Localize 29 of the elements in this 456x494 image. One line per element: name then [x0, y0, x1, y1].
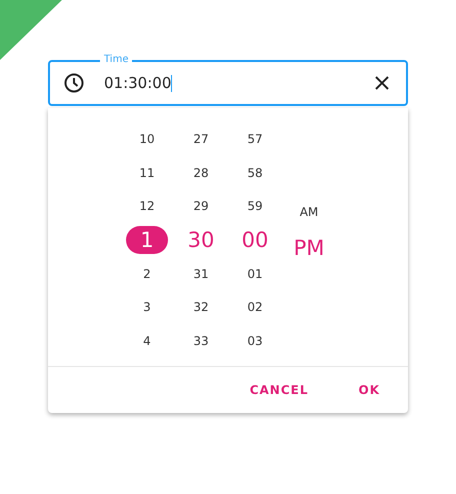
time-option[interactable]: PM — [288, 234, 330, 262]
time-option[interactable]: 2 — [137, 260, 157, 288]
time-option[interactable]: 12 — [133, 192, 161, 220]
time-option[interactable]: AM — [294, 198, 324, 226]
time-option[interactable]: 57 — [241, 124, 269, 153]
time-option[interactable]: 27 — [187, 124, 215, 153]
time-option[interactable]: 11 — [133, 158, 161, 187]
time-option[interactable]: 4 — [137, 327, 157, 356]
clock-icon — [64, 73, 84, 93]
corner-triangle — [0, 0, 62, 60]
time-option[interactable]: 29 — [187, 192, 215, 220]
time-option[interactable]: 1 — [126, 226, 168, 254]
time-option[interactable]: 3 — [137, 293, 157, 322]
ok-button[interactable]: OK — [346, 377, 392, 403]
time-option[interactable]: 03 — [241, 327, 269, 356]
time-option[interactable]: 58 — [241, 158, 269, 187]
time-option[interactable]: 00 — [236, 226, 274, 254]
time-option[interactable]: 30 — [182, 226, 220, 254]
time-option[interactable]: 33 — [187, 327, 215, 356]
time-option[interactable]: 01 — [241, 260, 269, 288]
field-value: 01:30:00 — [104, 74, 172, 92]
time-option[interactable]: 28 — [187, 158, 215, 187]
time-option[interactable]: 32 — [187, 293, 215, 322]
time-option[interactable]: 02 — [241, 293, 269, 322]
time-option[interactable]: 31 — [187, 260, 215, 288]
cancel-button[interactable]: CANCEL — [238, 377, 320, 403]
clear-icon[interactable] — [374, 75, 390, 91]
time-option[interactable]: 10 — [133, 124, 161, 153]
time-option[interactable]: 59 — [241, 192, 269, 220]
